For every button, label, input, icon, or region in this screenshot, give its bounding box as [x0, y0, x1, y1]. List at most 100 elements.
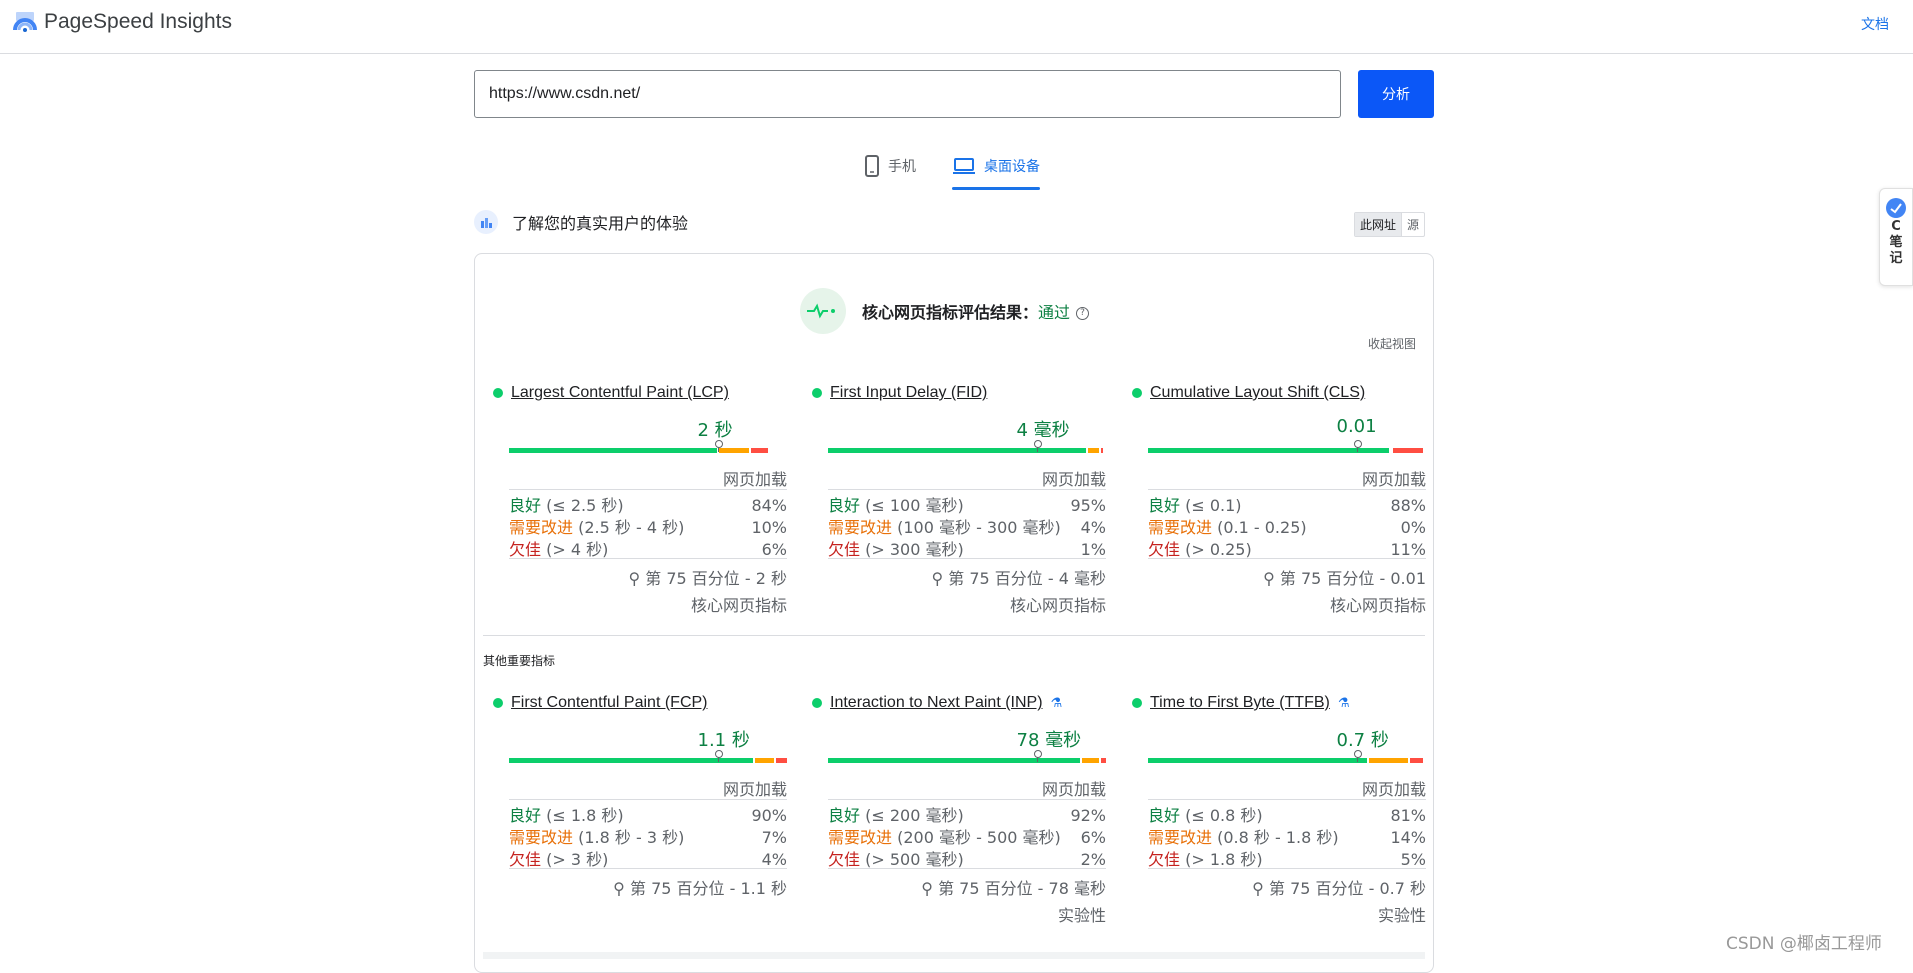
- rating-percent: 81%: [1390, 806, 1426, 825]
- p75-label-row: ⚲ 第 75 百分位 - 2 秒: [509, 558, 787, 589]
- status-dot-icon: [812, 698, 822, 708]
- pin-icon: ⚲: [1263, 569, 1275, 588]
- p75-label-row: ⚲ 第 75 百分位 - 78 毫秒: [828, 868, 1106, 899]
- pin-icon: ⚲: [921, 879, 933, 898]
- rating-range: (2.5 秒 - 4 秒): [578, 518, 685, 537]
- page-load-label: 网页加载: [1361, 780, 1426, 799]
- rating-label: 良好: [509, 806, 542, 825]
- tab-mobile[interactable]: 手机: [864, 148, 916, 184]
- rating-label: 良好: [509, 496, 542, 515]
- assessment-value: 通过: [1038, 303, 1071, 322]
- rating-label: 需要改进: [1148, 518, 1213, 537]
- distribution-bar: [1148, 758, 1426, 763]
- bar-good-segment: [828, 448, 1086, 453]
- bar-average-segment: [1087, 448, 1099, 453]
- distribution-bar: [509, 448, 787, 453]
- pin-icon: ⚲: [628, 569, 641, 588]
- metric-name-link[interactable]: Interaction to Next Paint (INP): [830, 694, 1043, 712]
- metric-category-label: 核心网页指标: [690, 596, 787, 615]
- p75-label-row: ⚲ 第 75 百分位 - 0.01: [1148, 558, 1426, 589]
- p75-marker-icon: [1033, 750, 1042, 762]
- distribution-table: 良好 (≤ 2.5 秒) 84% 需要改进 (2.5 秒 - 4 秒) 10% 欠佳 (…: [509, 489, 787, 561]
- metric-title-row: Cumulative Layout Shift (CLS): [1132, 384, 1426, 402]
- bar-poor-segment: [1100, 758, 1106, 763]
- metric-value: 2 秒: [697, 420, 733, 441]
- metric-name-link[interactable]: Time to First Byte (TTFB): [1150, 694, 1330, 712]
- toggle-origin[interactable]: 源: [1402, 213, 1424, 236]
- help-icon[interactable]: ?: [1076, 307, 1090, 320]
- rating-range: (> 0.25): [1185, 540, 1252, 559]
- laptop-icon: [953, 158, 975, 174]
- bar-average-segment: [754, 758, 775, 763]
- bar-good-segment: [1148, 448, 1390, 453]
- rating-range: (> 500 毫秒): [865, 850, 964, 869]
- top-bar: PageSpeed Insights 文档: [0, 0, 1913, 54]
- rating-label: 欠佳: [509, 850, 542, 869]
- distribution-row: 良好 (≤ 100 毫秒) 95%: [828, 495, 1106, 517]
- distribution-row: 需要改进 (200 毫秒 - 500 毫秒) 6%: [828, 827, 1106, 849]
- other-metrics-title: 其他重要指标: [483, 654, 556, 668]
- metric-name-link[interactable]: First Contentful Paint (FCP): [511, 694, 708, 712]
- bar-average-segment: [1369, 758, 1408, 763]
- rating-percent: 6%: [1080, 828, 1106, 847]
- metric-title-row: First Input Delay (FID): [812, 384, 1106, 402]
- tab-desktop[interactable]: 桌面设备: [952, 148, 1040, 190]
- notes-icon: [1886, 198, 1906, 218]
- rating-percent: 4%: [1080, 518, 1106, 537]
- status-dot-icon: [493, 698, 503, 708]
- rating-label: 良好: [1148, 496, 1181, 515]
- rating-label: 欠佳: [828, 540, 861, 559]
- app-title: PageSpeed Insights: [44, 10, 232, 33]
- rating-percent: 84%: [751, 496, 787, 515]
- rating-percent: 0%: [1400, 518, 1426, 537]
- rating-range: (0.8 秒 - 1.8 秒): [1217, 828, 1339, 847]
- metric-name-link[interactable]: Largest Contentful Paint (LCP): [511, 384, 729, 402]
- bar-good-segment: [509, 758, 753, 763]
- metric-value: 0.7 秒: [1336, 730, 1389, 751]
- metric-title-row: Interaction to Next Paint (INP) ⚗: [812, 694, 1106, 712]
- experimental-flask-icon: ⚗: [1337, 695, 1350, 711]
- metric-value: 4 毫秒: [1016, 420, 1070, 441]
- side-notes-widget[interactable]: C 笔 记: [1879, 188, 1913, 286]
- crux-title: 了解您的真实用户的体验: [512, 214, 689, 233]
- rating-range: (> 3 秒): [546, 850, 609, 869]
- bar-poor-segment: [1409, 758, 1424, 763]
- rating-percent: 10%: [751, 518, 787, 537]
- docs-link[interactable]: 文档: [1861, 14, 1889, 34]
- url-input[interactable]: https://www.csdn.net/: [474, 70, 1341, 118]
- distribution-bar: [828, 758, 1106, 763]
- rating-label: 需要改进: [509, 518, 574, 537]
- users-chart-icon: [474, 210, 498, 234]
- rating-percent: 95%: [1070, 496, 1106, 515]
- cwv-assessment: 核心网页指标评估结果：通过?: [800, 288, 1090, 334]
- side-widget-line-2: 笔: [1889, 235, 1903, 250]
- rating-range: (200 毫秒 - 500 毫秒): [897, 828, 1061, 847]
- p75-label: 第 75 百分位 - 0.7 秒: [1268, 879, 1426, 898]
- page-load-label: 网页加载: [722, 470, 787, 489]
- distribution-table: 良好 (≤ 200 毫秒) 92% 需要改进 (200 毫秒 - 500 毫秒) 6%…: [828, 799, 1106, 871]
- bar-poor-segment: [751, 448, 768, 453]
- metric-name-link[interactable]: First Input Delay (FID): [830, 384, 987, 402]
- distribution-row: 需要改进 (100 毫秒 - 300 毫秒) 4%: [828, 517, 1106, 539]
- p75-marker-icon: [1033, 440, 1042, 452]
- p75-label: 第 75 百分位 - 2 秒: [645, 569, 787, 588]
- status-dot-icon: [1132, 388, 1142, 398]
- next-section-bar: [483, 952, 1425, 959]
- collapse-view-button[interactable]: 收起视图: [1368, 335, 1416, 352]
- bar-poor-segment: [776, 758, 787, 763]
- bar-good-segment: [1148, 758, 1368, 763]
- logo[interactable]: PageSpeed Insights: [12, 10, 232, 34]
- assessment-label: 核心网页指标评估结果：: [862, 303, 1039, 322]
- distribution-row: 良好 (≤ 0.8 秒) 81%: [1148, 805, 1426, 827]
- distribution-row: 良好 (≤ 1.8 秒) 90%: [509, 805, 787, 827]
- bar-good-segment: [828, 758, 1081, 763]
- analyze-button[interactable]: 分析: [1358, 70, 1434, 118]
- pin-icon: ⚲: [931, 569, 944, 588]
- toggle-this-url[interactable]: 此网址: [1355, 213, 1403, 236]
- p75-label-row: ⚲ 第 75 百分位 - 0.7 秒: [1148, 868, 1426, 899]
- distribution-row: 良好 (≤ 200 毫秒) 92%: [828, 805, 1106, 827]
- metric-name-link[interactable]: Cumulative Layout Shift (CLS): [1150, 384, 1365, 402]
- rating-percent: 14%: [1390, 828, 1426, 847]
- pagespeed-logo-icon: [13, 12, 37, 32]
- p75-label: 第 75 百分位 - 1.1 秒: [629, 879, 787, 898]
